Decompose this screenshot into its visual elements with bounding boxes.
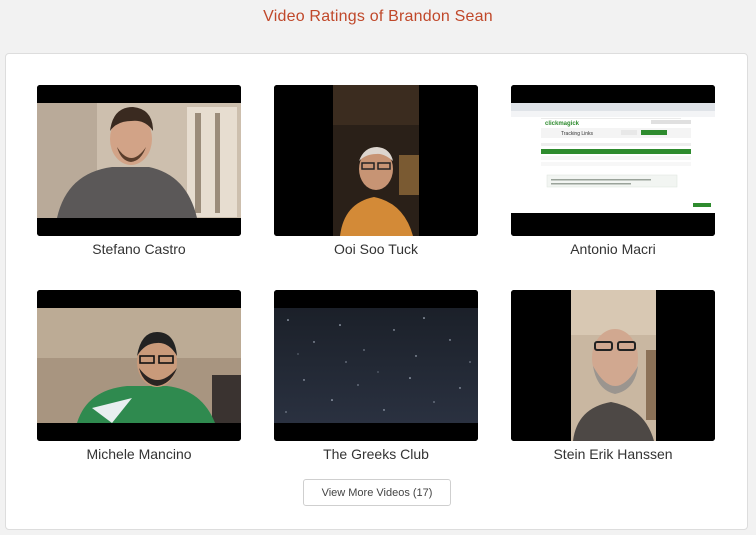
video-card: Ooi Soo Tuck <box>274 85 478 257</box>
vertical-video-image <box>274 85 478 236</box>
tracking-links-heading: Tracking Links <box>561 131 594 137</box>
video-card: The Greeks Club <box>274 290 478 462</box>
video-author-name: Stein Erik Hanssen <box>553 446 673 462</box>
vertical-video-image <box>511 290 715 441</box>
video-card: Michele Mancino <box>37 290 241 462</box>
screen-recording-image: clickmagick Tracking Links <box>511 85 715 236</box>
video-thumbnail[interactable] <box>37 290 241 441</box>
webcam-frame-image <box>37 85 241 236</box>
video-author-name: Stefano Castro <box>92 241 186 257</box>
view-more-label: View More Videos (17) <box>321 486 433 499</box>
video-thumbnail[interactable] <box>274 290 478 441</box>
video-thumbnail[interactable] <box>274 85 478 236</box>
video-card: Stein Erik Hanssen <box>511 290 715 462</box>
video-author-name: Michele Mancino <box>86 446 192 462</box>
view-more-videos-button[interactable]: View More Videos (17) <box>303 479 451 506</box>
starfield-image <box>274 290 478 441</box>
video-thumbnail[interactable]: clickmagick Tracking Links <box>511 85 715 236</box>
video-card: clickmagick Tracking Links Antonio Macri <box>511 85 715 257</box>
page-title: Video Ratings of Brandon Sean <box>263 8 493 25</box>
video-thumbnail[interactable] <box>511 290 715 441</box>
video-author-name: Antonio Macri <box>570 241 656 257</box>
video-card: Stefano Castro <box>37 85 241 257</box>
video-thumbnail[interactable] <box>37 85 241 236</box>
video-grid-panel: Stefano Castro Ooi Soo Tuck clickmagick … <box>5 53 748 530</box>
webcam-frame-image <box>37 290 241 441</box>
video-author-name: Ooi Soo Tuck <box>333 241 419 257</box>
clickmagick-logo-text: clickmagick <box>545 121 580 127</box>
video-author-name: The Greeks Club <box>323 446 429 462</box>
